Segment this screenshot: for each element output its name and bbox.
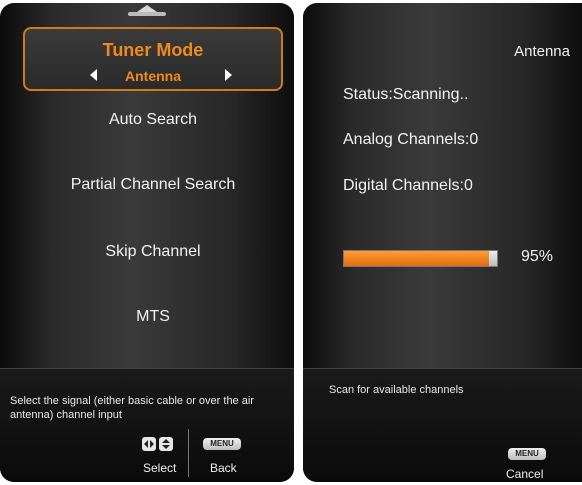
back-label: Back [210, 461, 237, 475]
scan-help-text: Scan for available channels [329, 384, 464, 396]
menu-key-icon[interactable]: MENU [203, 438, 241, 450]
footer-divider [188, 429, 189, 477]
menu-item-mts[interactable]: MTS [23, 308, 283, 326]
help-text: Select the signal (either basic cable or… [10, 395, 254, 421]
tuner-mode-title: Tuner Mode [102, 40, 204, 60]
scroll-up-icon[interactable] [137, 5, 157, 12]
menu-item-auto-search[interactable]: Auto Search [23, 111, 283, 129]
scan-progress-percent: 95% [521, 248, 554, 265]
tuner-mode-selector[interactable]: Tuner Mode Antenna [23, 27, 283, 91]
tuner-next-arrow-icon[interactable] [225, 69, 232, 81]
menu-key-icon[interactable]: MENU [508, 448, 546, 460]
scan-progress-bar [343, 250, 498, 267]
menu-area: Tuner Mode Antenna Auto Search Partial C… [0, 3, 294, 368]
analog-channels-count: Analog Channels:0 [343, 131, 479, 148]
scan-progress-fill [344, 251, 490, 266]
tuner-mode-value: Antenna [125, 68, 181, 84]
scan-area: Antenna Status:Scanning.. Analog Channel… [303, 3, 582, 368]
scan-status: Status:Scanning.. [343, 86, 469, 103]
dpad-icon [142, 437, 182, 451]
right-footer: Scan for available channels MENU Cancel [303, 368, 582, 482]
left-right-keys-icon [142, 437, 156, 451]
scroll-up-indicator [128, 12, 166, 16]
menu-item-partial-channel-search[interactable]: Partial Channel Search [23, 176, 283, 194]
panel-title: Antenna [514, 43, 570, 60]
up-down-keys-icon [159, 437, 173, 451]
cancel-label: Cancel [506, 467, 544, 481]
digital-channels-count: Digital Channels:0 [343, 177, 473, 194]
select-label: Select [143, 461, 177, 475]
menu-item-skip-channel[interactable]: Skip Channel [23, 243, 283, 261]
tuner-settings-panel: Tuner Mode Antenna Auto Search Partial C… [0, 3, 294, 482]
channel-scan-panel: Antenna Status:Scanning.. Analog Channel… [303, 3, 582, 482]
left-footer: Select the signal (either basic cable or… [0, 368, 294, 482]
